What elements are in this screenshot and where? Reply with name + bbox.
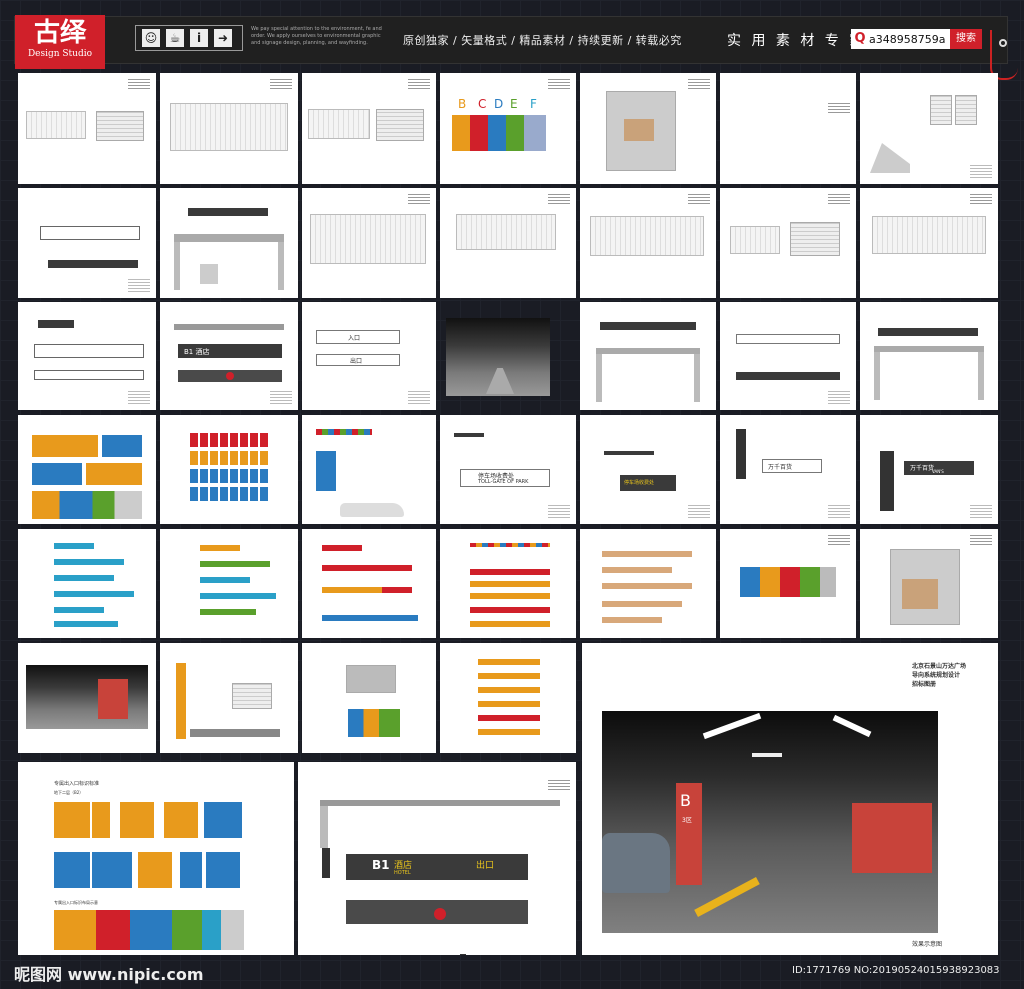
panel-title: 效果示意图 — [912, 941, 943, 948]
thumb-r1-c5[interactable] — [580, 73, 716, 184]
thumb-r4-c2[interactable] — [160, 415, 298, 524]
hotel-sign-text: B1 酒店 — [184, 348, 210, 356]
thumb-r6-c2[interactable] — [160, 643, 298, 753]
thumb-r4-c4[interactable]: 停车场收费处 TOLL-GATE OF PARK — [440, 415, 576, 524]
header-bar: 古绎 Design Studio ☺ ☕ i ➜ We pay special … — [14, 15, 1008, 69]
zone-letter-e: E — [510, 97, 518, 111]
map-title: 专属出入口标识布局示意 — [54, 900, 98, 905]
thumb-orange-standards[interactable]: 专属出入口标识标准 地下二层（B2） 专属出入口标识布局示意 — [18, 762, 294, 955]
thumb-r3-c1[interactable] — [18, 302, 156, 410]
wanda-dark-text: 万千百货 — [910, 465, 935, 472]
entry-sign-text: 入口 — [348, 335, 361, 342]
thumb-r1-c3[interactable] — [302, 73, 436, 184]
thumb-r5-c6[interactable] — [720, 529, 856, 638]
person-icon: ☺ — [142, 29, 160, 47]
search-icon: Q — [854, 31, 866, 46]
orange-title: 专属出入口标识标准 — [54, 781, 100, 787]
thumb-r5-c3[interactable] — [302, 529, 436, 638]
thumb-r2-c1[interactable] — [18, 188, 156, 298]
logo-sub: Design Studio — [27, 49, 93, 59]
toll-sign-dark: 停车场收费处 — [624, 480, 655, 486]
zone-letter-b: B — [458, 97, 467, 111]
search-button[interactable]: 搜索 — [950, 29, 982, 49]
thumb-r5-c1[interactable] — [18, 529, 156, 638]
toll-sign-en: TOLL-GATE OF PARK — [478, 479, 529, 485]
thumb-r2-c3[interactable] — [302, 188, 436, 298]
thumb-r4-c6[interactable]: 万千百货 — [720, 415, 856, 524]
thumb-r5-c7[interactable] — [860, 529, 998, 638]
thumb-r5-c4[interactable] — [440, 529, 576, 638]
panel-caption-3: 招标图册 — [912, 681, 937, 688]
logo-text: 古绎 — [33, 18, 86, 48]
thumb-r1-c2[interactable] — [160, 73, 298, 184]
thumb-r4-c5[interactable]: 停车场收费处 — [580, 415, 716, 524]
expert-title: 实 用 素 材 专 家 — [727, 33, 867, 49]
exit-sign-text: 出口 — [350, 358, 363, 365]
thumb-r4-c1[interactable] — [18, 415, 156, 524]
red-wall — [852, 803, 932, 873]
zone-letter-f: F — [530, 97, 537, 111]
pillar-letter: B — [680, 791, 691, 810]
hotel-big-en: HOTEL — [394, 870, 411, 876]
coffee-icon: ☕ — [166, 29, 184, 47]
thumb-r1-c7[interactable] — [860, 73, 998, 184]
logo[interactable]: 古绎 Design Studio — [15, 15, 105, 69]
thumb-r3-c5[interactable] — [580, 302, 716, 410]
tagline: We pay special attention to the environm… — [251, 26, 382, 46]
thumb-r1-c4-zones[interactable]: B C D E F — [440, 73, 576, 184]
thumb-r1-c6[interactable] — [720, 73, 856, 184]
thumb-r3-c3[interactable]: 入口 出口 — [302, 302, 436, 410]
thumb-r6-c1-photo[interactable] — [18, 643, 156, 753]
thumb-r6-c4[interactable] — [440, 643, 576, 753]
thumb-r6-c3[interactable] — [302, 643, 436, 753]
thumb-r2-c6[interactable] — [720, 188, 856, 298]
thumb-r1-c1[interactable] — [18, 73, 156, 184]
info-icon: i — [190, 29, 208, 47]
slogan: 原创独家 / 矢量格式 / 精品素材 / 持续更新 / 转载必究 — [403, 34, 682, 47]
exit-icon: ➜ — [214, 29, 232, 47]
panel-caption-2: 导向系统规划设计 — [912, 672, 961, 679]
wanda-sign-text: 万千百货 — [768, 464, 793, 471]
thumb-r2-c4[interactable] — [440, 188, 576, 298]
thumb-r2-c2[interactable] — [160, 188, 298, 298]
site-watermark: 昵图网 www.nipic.com — [14, 965, 204, 984]
thumb-r3-c7[interactable] — [860, 302, 998, 410]
thumb-r3-c6[interactable] — [720, 302, 856, 410]
parked-car — [602, 833, 670, 893]
wanda-dark-en: VAN'S — [932, 469, 944, 474]
id-watermark: ID:1771769 NO:20190524015938923083 — [792, 965, 1000, 976]
thumb-r3-c4-photo[interactable] — [446, 318, 550, 396]
orange-sub: 地下二层（B2） — [54, 790, 84, 795]
thumb-r5-c2[interactable] — [160, 529, 298, 638]
thumb-r2-c5[interactable] — [580, 188, 716, 298]
zone-letter-c: C — [478, 97, 487, 111]
panel-caption-1: 北京石景山万达广场 — [912, 663, 967, 670]
thumb-hotel-sign-detail[interactable]: B1 酒店 HOTEL 出口 — [298, 762, 576, 955]
exit-big-text: 出口 — [476, 861, 495, 871]
thumb-r4-c7[interactable]: 万千百货 VAN'S — [860, 415, 998, 524]
ceiling-light-3 — [752, 753, 782, 757]
thumb-r3-c2-hotel[interactable]: B1 酒店 — [160, 302, 298, 410]
featured-rendering-panel[interactable]: 北京石景山万达广场 导向系统规划设计 招标图册 B 3区 效果示意图 — [582, 643, 998, 955]
b1-label: B1 — [372, 858, 390, 872]
pillar-sub: 3区 — [682, 817, 692, 824]
zone-letter-d: D — [494, 97, 504, 111]
icon-strip: ☺ ☕ i ➜ — [135, 25, 243, 51]
thumb-r5-c5[interactable] — [580, 529, 716, 638]
thumb-r2-c7[interactable] — [860, 188, 998, 298]
thumb-r4-c3[interactable] — [302, 415, 436, 524]
